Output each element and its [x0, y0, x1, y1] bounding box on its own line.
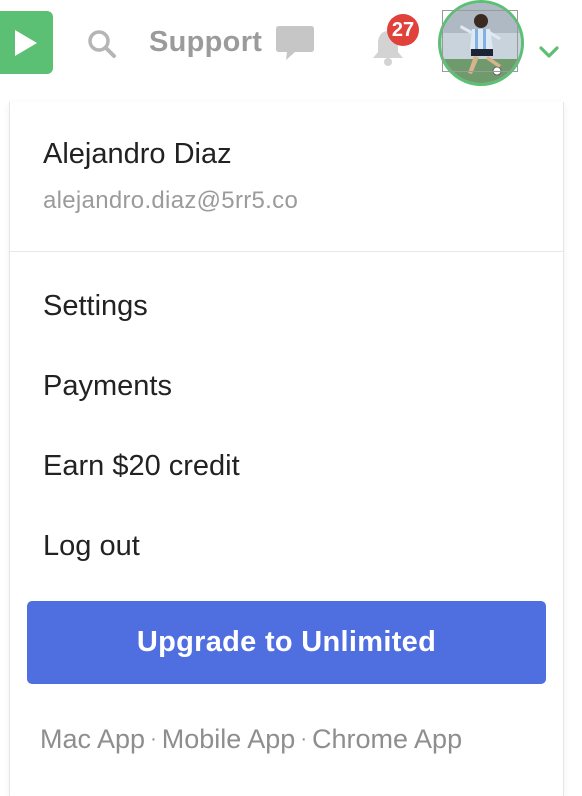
footer-separator: · [300, 728, 307, 750]
search-icon[interactable] [86, 28, 118, 60]
chrome-app-link[interactable]: Chrome App [312, 724, 462, 755]
support-label: Support [149, 25, 263, 58]
mac-app-link[interactable]: Mac App [40, 724, 145, 755]
footer-separator: · [150, 728, 157, 750]
play-icon [14, 29, 37, 56]
user-name: Alejandro Diaz [43, 138, 232, 170]
play-button[interactable] [0, 11, 53, 74]
mobile-app-link[interactable]: Mobile App [162, 724, 296, 755]
footer-links: Mac App · Mobile App · Chrome App [40, 724, 462, 755]
user-email: alejandro.diaz@5rr5.co [43, 187, 299, 214]
account-dropdown: Alejandro Diaz alejandro.diaz@5rr5.co Se… [9, 102, 564, 796]
upgrade-button[interactable]: Upgrade to Unlimited [27, 601, 546, 684]
divider [10, 251, 563, 252]
notification-badge: 27 [387, 14, 419, 46]
menu-item-earn-credit[interactable]: Earn $20 credit [43, 450, 240, 483]
menu-item-settings[interactable]: Settings [43, 290, 148, 323]
menu-item-payments[interactable]: Payments [43, 370, 172, 403]
chat-icon [276, 26, 315, 60]
notifications-button[interactable]: 27 [360, 14, 420, 74]
avatar[interactable] [438, 0, 524, 86]
top-bar: Support 27 [0, 0, 582, 100]
avatar-photo [441, 3, 521, 83]
chevron-down-icon[interactable] [538, 44, 560, 60]
support-link[interactable]: Support [149, 22, 316, 62]
menu-item-log-out[interactable]: Log out [43, 530, 140, 563]
